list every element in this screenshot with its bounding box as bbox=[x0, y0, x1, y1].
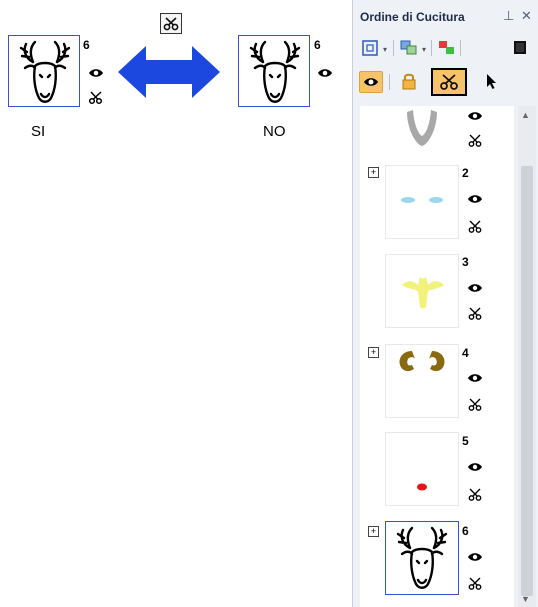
item-number: 2 bbox=[462, 166, 469, 180]
expand-icon[interactable]: + bbox=[368, 347, 379, 358]
item-number: 3 bbox=[462, 255, 469, 269]
list-item-5[interactable] bbox=[385, 432, 459, 506]
color-stop-button[interactable] bbox=[510, 38, 532, 58]
fit-to-window-button[interactable] bbox=[359, 38, 381, 58]
scissors-toolbar-button-illustration bbox=[160, 13, 182, 34]
caption-no: NO bbox=[263, 123, 286, 140]
si-number: 6 bbox=[83, 38, 90, 52]
select-button[interactable] bbox=[480, 71, 502, 91]
scissors-icon[interactable] bbox=[467, 488, 483, 502]
v-shape-icon bbox=[407, 110, 437, 146]
fit-to-window-icon bbox=[362, 40, 378, 56]
scissors-icon[interactable] bbox=[467, 134, 483, 148]
dot-shape-icon bbox=[417, 483, 427, 491]
scroll-up-icon[interactable]: ▲ bbox=[521, 110, 530, 120]
list-item-1[interactable] bbox=[385, 84, 459, 156]
scroll-down-icon[interactable]: ▼ bbox=[521, 594, 530, 604]
thumbnail-no bbox=[238, 35, 310, 107]
eye-icon[interactable] bbox=[467, 551, 483, 563]
order-dropdown-icon[interactable]: ▾ bbox=[422, 45, 426, 54]
moose-head-icon bbox=[396, 526, 448, 589]
eye-icon bbox=[318, 69, 332, 77]
eye-icon[interactable] bbox=[467, 110, 483, 122]
scissors-icon bbox=[163, 17, 179, 31]
eyes-shape-icon bbox=[401, 197, 443, 203]
antlers-shape-icon bbox=[402, 277, 444, 309]
list-item-4[interactable] bbox=[385, 344, 459, 418]
pin-icon[interactable]: ⊥ bbox=[503, 8, 514, 24]
eye-icon bbox=[364, 78, 378, 86]
moose-head-icon bbox=[19, 40, 71, 103]
toolbar-separator bbox=[431, 40, 432, 56]
color-blocks-icon bbox=[439, 41, 454, 54]
double-arrow-icon bbox=[118, 46, 220, 98]
scissors-icon bbox=[88, 91, 103, 105]
thumbnail-si bbox=[8, 35, 80, 107]
scissors-icon[interactable] bbox=[467, 307, 483, 321]
show-hide-button[interactable] bbox=[359, 71, 383, 93]
expand-icon[interactable]: + bbox=[368, 167, 379, 178]
panel-title: Ordine di Cucitura bbox=[360, 10, 465, 24]
object-order-button[interactable] bbox=[398, 38, 420, 58]
item-number: 4 bbox=[462, 346, 469, 360]
list-item-2[interactable] bbox=[385, 165, 459, 239]
no-number: 6 bbox=[314, 38, 321, 52]
expand-icon[interactable]: + bbox=[368, 526, 379, 537]
toolbar-separator bbox=[393, 40, 394, 56]
eye-icon[interactable] bbox=[467, 372, 483, 384]
eye-icon[interactable] bbox=[467, 461, 483, 473]
list-item-3[interactable] bbox=[385, 254, 459, 328]
scissors-icon[interactable] bbox=[467, 577, 483, 591]
cursor-icon bbox=[487, 74, 496, 89]
eye-icon[interactable] bbox=[467, 282, 483, 294]
list-item-6[interactable] bbox=[385, 521, 459, 595]
fit-dropdown-icon[interactable]: ▾ bbox=[383, 45, 387, 54]
moose-head-icon bbox=[249, 40, 301, 103]
object-order-icon bbox=[400, 40, 417, 55]
item-number: 6 bbox=[462, 524, 469, 538]
scroll-thumb[interactable] bbox=[521, 166, 533, 596]
list-scrollbar[interactable]: ▲ ▼ bbox=[518, 106, 536, 607]
color-stop-icon bbox=[514, 41, 526, 54]
toolbar-separator bbox=[460, 40, 461, 56]
color-blocks-button[interactable] bbox=[436, 38, 458, 58]
item-number: 5 bbox=[462, 434, 469, 448]
scissors-icon[interactable] bbox=[467, 398, 483, 412]
close-icon[interactable]: ✕ bbox=[521, 8, 532, 24]
ears-shape-icon bbox=[399, 351, 445, 372]
eye-icon[interactable] bbox=[467, 193, 483, 205]
eye-icon bbox=[89, 69, 103, 77]
scissors-icon[interactable] bbox=[467, 220, 483, 234]
caption-si: SI bbox=[31, 123, 46, 140]
